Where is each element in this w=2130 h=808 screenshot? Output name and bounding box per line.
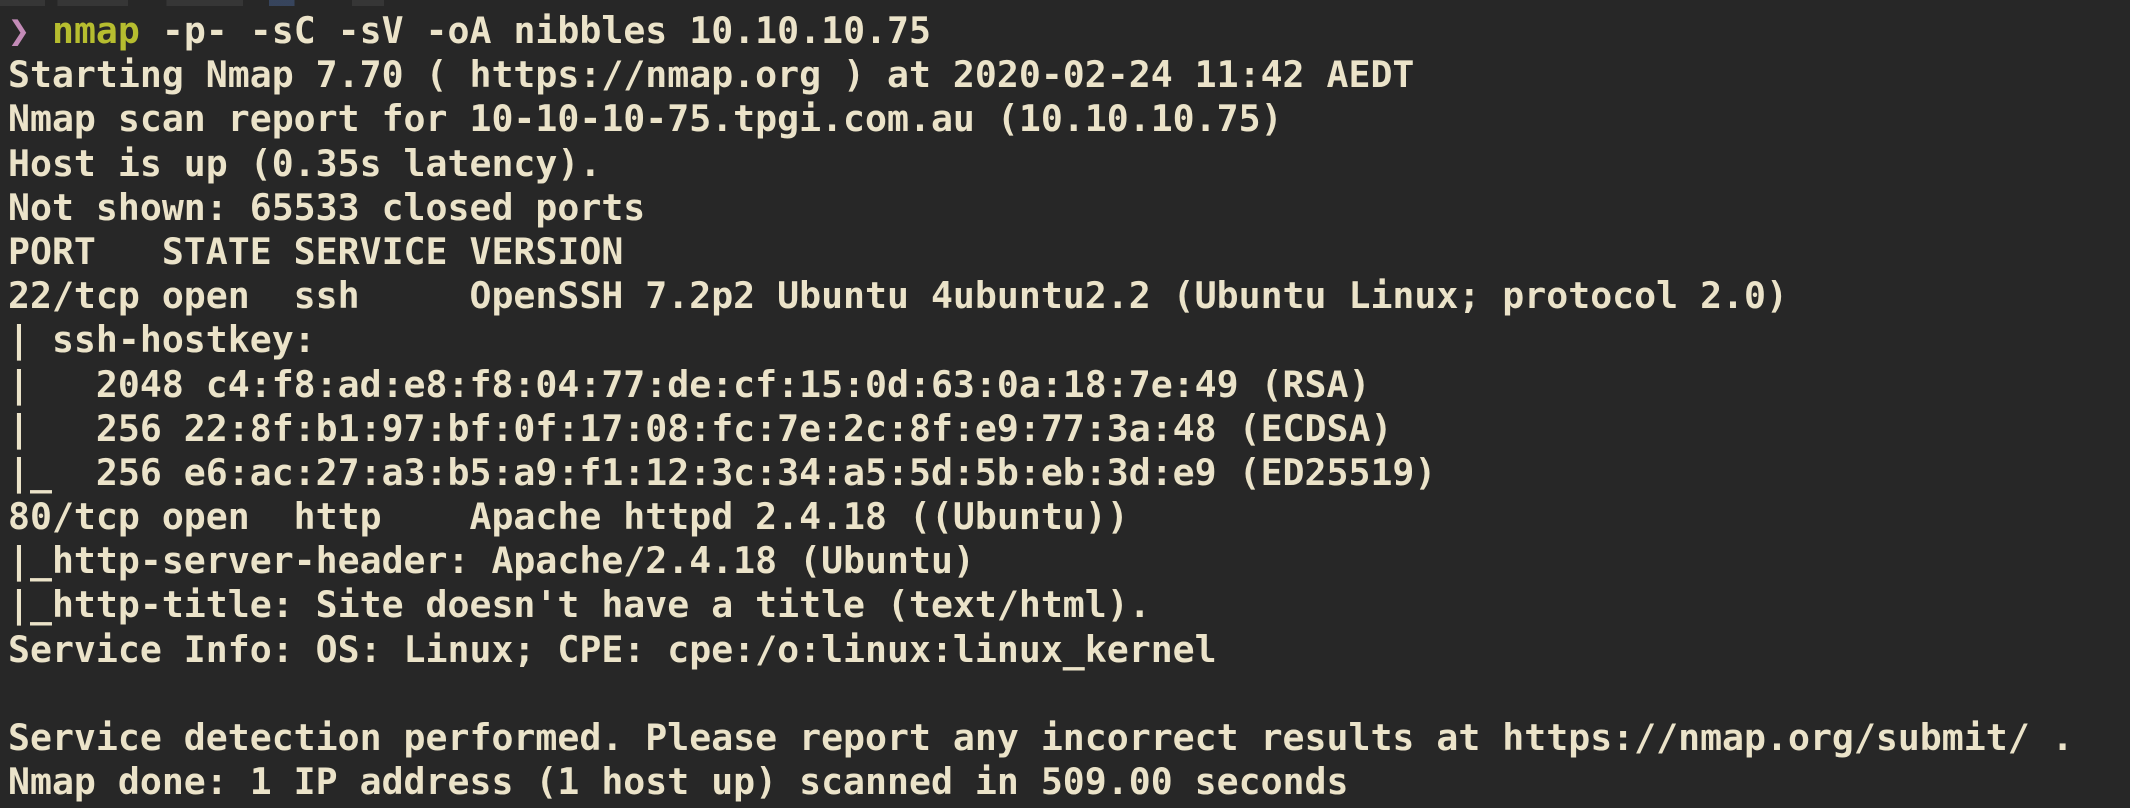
output-line-host-status: Host is up (0.35s latency). bbox=[8, 141, 602, 185]
output-line-service-detection: Service detection performed. Please repo… bbox=[8, 716, 2074, 759]
output-line-service-info: Service Info: OS: Linux; CPE: cpe:/o:lin… bbox=[8, 627, 1217, 671]
prompt-line: ❯ nmap -p- -sC -sV -oA nibbles 10.10.10.… bbox=[8, 9, 2130, 53]
output-line-ecdsa-key: | 256 22:8f:b1:97:bf:0f:17:08:fc:7e:2c:8… bbox=[8, 406, 1393, 450]
output-line-port-80: 80/tcp open http Apache httpd 2.4.18 ((U… bbox=[8, 495, 1129, 539]
output-line-blank bbox=[8, 672, 2130, 716]
output-line-start: Starting Nmap 7.70 ( https://nmap.org ) … bbox=[8, 53, 1415, 97]
output-line-ssh-hostkey: | ssh-hostkey: bbox=[8, 318, 338, 362]
output-line-rsa-key: | 2048 c4:f8:ad:e8:f8:04:77:de:cf:15:0d:… bbox=[8, 362, 1371, 406]
prompt-chevron-icon: ❯ bbox=[8, 9, 30, 52]
output-line-not-shown: Not shown: 65533 closed ports bbox=[8, 185, 646, 229]
output-line-port-header: PORT STATE SERVICE VERSION bbox=[8, 229, 624, 273]
previous-output-fragment bbox=[0, 0, 640, 6]
command-arguments: -p- -sC -sV -oA nibbles 10.10.10.75 bbox=[161, 9, 931, 52]
command-name: nmap bbox=[51, 9, 140, 52]
output-line-scan-report: Nmap scan report for 10-10-10-75.tpgi.co… bbox=[8, 97, 1283, 141]
output-line-http-title: |_http-title: Site doesn't have a title … bbox=[8, 583, 1151, 627]
output-line-port-22: 22/tcp open ssh OpenSSH 7.2p2 Ubuntu 4ub… bbox=[8, 274, 1788, 318]
terminal-window[interactable]: ❯ nmap -p- -sC -sV -oA nibbles 10.10.10.… bbox=[0, 0, 2130, 808]
output-line-ed25519-key: |_ 256 e6:ac:27:a3:b5:a9:f1:12:3c:34:a5:… bbox=[8, 450, 1437, 494]
output-line-http-server-header: |_http-server-header: Apache/2.4.18 (Ubu… bbox=[8, 539, 975, 583]
output-line-nmap-done: Nmap done: 1 IP address (1 host up) scan… bbox=[8, 760, 1349, 804]
